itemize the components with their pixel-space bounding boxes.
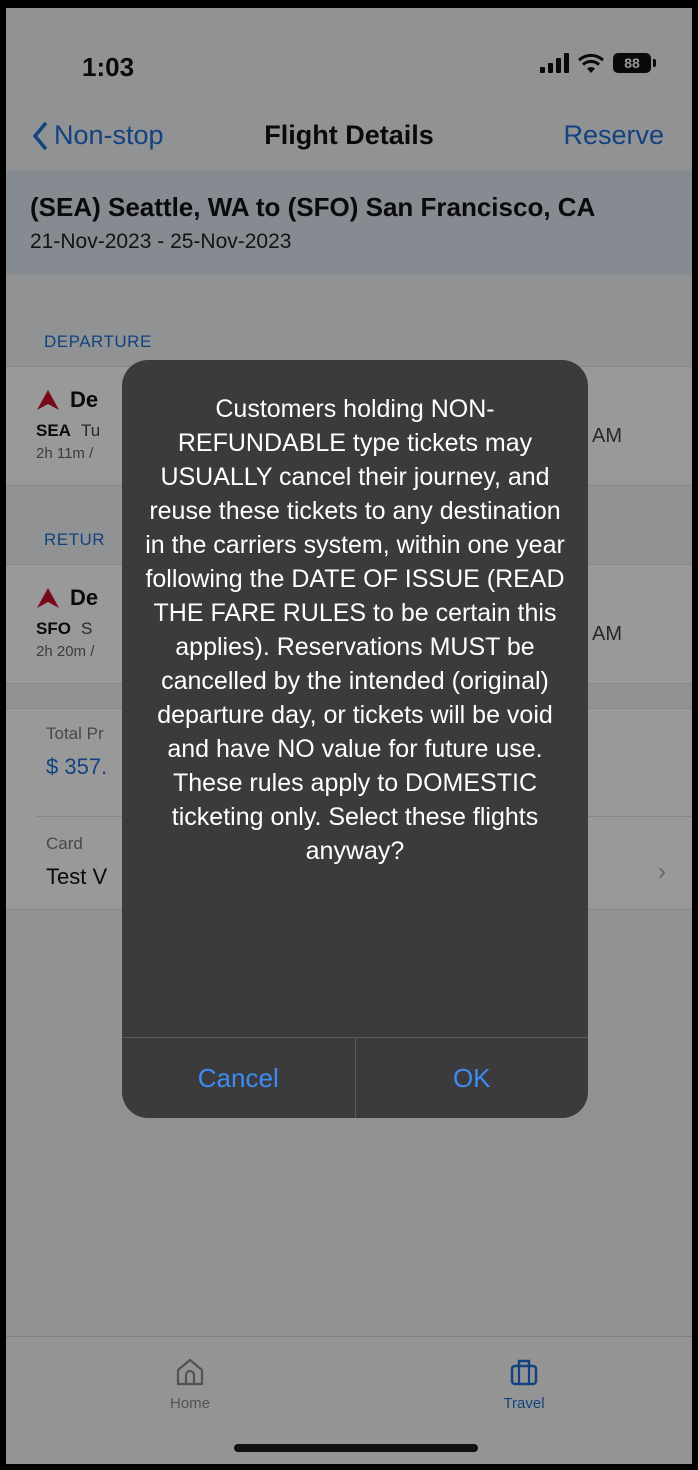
alert-message: Customers holding NON-REFUNDABLE type ti… [145,395,565,865]
home-indicator [234,1444,478,1452]
alert-ok-button[interactable]: OK [354,1038,589,1118]
alert-actions: Cancel OK [122,1037,588,1118]
app-screen: 1:03 88 Non-stop Flight Details Reserve … [6,8,692,1464]
fare-rules-alert: Customers holding NON-REFUNDABLE type ti… [122,360,588,1118]
alert-cancel-button[interactable]: Cancel [122,1038,355,1118]
